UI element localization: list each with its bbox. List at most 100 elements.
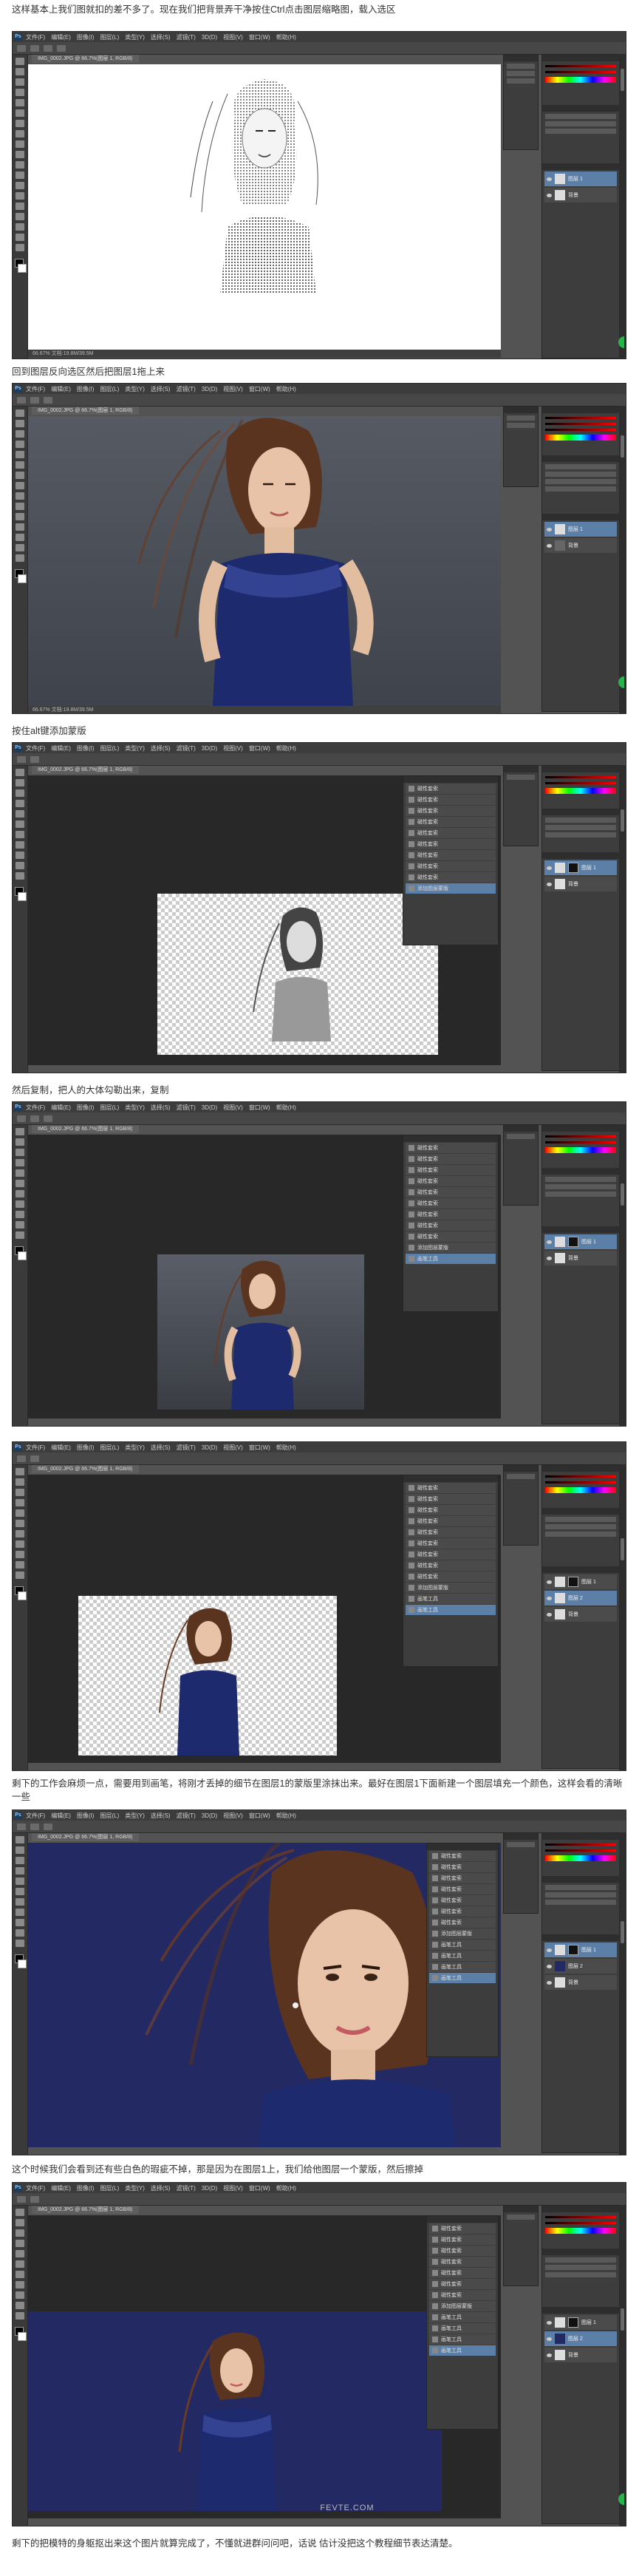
- layer-mask-thumbnail[interactable]: [568, 1577, 578, 1587]
- menu-edit[interactable]: 编辑(E): [51, 744, 71, 752]
- history-item[interactable]: 画笔工具: [429, 1973, 496, 1983]
- quick-select-tool-icon[interactable]: [16, 1867, 24, 1875]
- history-item[interactable]: 磁性套索: [406, 828, 496, 838]
- menu-3d[interactable]: 3D(D): [202, 1444, 217, 1451]
- eye-icon[interactable]: [547, 1580, 552, 1584]
- lasso-tool-icon[interactable]: [16, 1857, 24, 1864]
- crop-tool-icon[interactable]: [16, 1169, 24, 1177]
- option-button[interactable]: [17, 2195, 26, 2203]
- document-tab[interactable]: IMG_0002.JPG @ 66.7%(图层 1, RGB/8): [32, 2206, 139, 2214]
- menu-type[interactable]: 类型(Y): [125, 1812, 145, 1820]
- history-item[interactable]: 磁性套索: [406, 1176, 496, 1186]
- zoom-tool-icon[interactable]: [16, 1940, 24, 1947]
- crop-tool-icon[interactable]: [16, 1877, 24, 1885]
- menu-help[interactable]: 帮助(H): [276, 1444, 296, 1452]
- option-button[interactable]: [44, 1823, 52, 1830]
- eye-icon[interactable]: [547, 193, 552, 197]
- color-spectrum[interactable]: [545, 77, 616, 83]
- layer-row[interactable]: 图层 1: [544, 1574, 617, 1589]
- color-slider[interactable]: [545, 1135, 616, 1138]
- history-item[interactable]: 磁性套索: [429, 1895, 496, 1906]
- layer-row[interactable]: 图层 2: [544, 2331, 617, 2346]
- lasso-tool-icon[interactable]: [16, 1149, 24, 1156]
- layer-row[interactable]: 图层 1: [544, 2315, 617, 2330]
- menu-filter[interactable]: 滤镜(T): [177, 1444, 196, 1452]
- history-item[interactable]: 磁性套索: [406, 861, 496, 871]
- option-button[interactable]: [30, 755, 39, 763]
- color-slider[interactable]: [545, 1843, 616, 1846]
- history-item[interactable]: 画笔工具: [429, 1962, 496, 1972]
- option-button[interactable]: [17, 1455, 26, 1462]
- color-slider[interactable]: [545, 1141, 616, 1143]
- history-item[interactable]: 磁性套索: [406, 806, 496, 816]
- color-slider[interactable]: [545, 776, 616, 778]
- menu-help[interactable]: 帮助(H): [276, 2184, 296, 2192]
- hand-tool-icon[interactable]: [16, 1561, 24, 1569]
- brush-tool-icon[interactable]: [16, 2260, 24, 2268]
- menu-3d[interactable]: 3D(D): [202, 1104, 217, 1111]
- type-tool-icon[interactable]: [16, 1211, 24, 1218]
- zoom-tool-icon[interactable]: [16, 1231, 24, 1239]
- layer-row[interactable]: 背景: [544, 1975, 617, 1990]
- type-tool-icon[interactable]: [16, 2291, 24, 2299]
- move-tool-icon[interactable]: [16, 1836, 24, 1843]
- lasso-tool-icon[interactable]: [16, 1489, 24, 1496]
- marquee-tool-icon[interactable]: [16, 1478, 24, 1486]
- move-tool-icon[interactable]: [16, 1468, 24, 1475]
- hand-tool-icon[interactable]: [16, 544, 24, 551]
- menu-layer[interactable]: 图层(L): [100, 33, 119, 41]
- menu-view[interactable]: 视图(V): [223, 2184, 243, 2192]
- layer-mask-thumbnail[interactable]: [568, 1945, 578, 1955]
- option-button[interactable]: [57, 44, 66, 52]
- layer-row[interactable]: 背景: [544, 1251, 617, 1265]
- eye-icon[interactable]: [547, 177, 552, 181]
- eye-icon[interactable]: [547, 2337, 552, 2341]
- stamp-tool-icon[interactable]: [16, 140, 24, 148]
- history-item[interactable]: 磁性套索: [406, 1483, 496, 1493]
- history-item[interactable]: 画笔工具: [429, 1951, 496, 1961]
- color-slider[interactable]: [545, 423, 616, 425]
- menu-edit[interactable]: 编辑(E): [51, 1812, 71, 1820]
- zoom-tool-icon[interactable]: [16, 554, 24, 562]
- scrollbar[interactable]: [619, 1464, 626, 1770]
- menu-filter[interactable]: 滤镜(T): [177, 1812, 196, 1820]
- zoom-tool-icon[interactable]: [16, 1571, 24, 1579]
- menu-edit[interactable]: 编辑(E): [51, 1444, 71, 1452]
- crop-tool-icon[interactable]: [16, 99, 24, 106]
- menu-3d[interactable]: 3D(D): [202, 34, 217, 41]
- history-item[interactable]: 磁性套索: [406, 872, 496, 883]
- history-item[interactable]: 添加图层蒙版: [429, 2301, 496, 2311]
- color-spectrum[interactable]: [545, 1855, 616, 1861]
- option-button[interactable]: [30, 1823, 39, 1830]
- quick-select-tool-icon[interactable]: [16, 441, 24, 448]
- history-item[interactable]: 磁性套索: [406, 1143, 496, 1153]
- eye-icon[interactable]: [547, 1964, 552, 1968]
- menu-filter[interactable]: 滤镜(T): [177, 744, 196, 752]
- eye-icon[interactable]: [547, 1980, 552, 1985]
- history-item[interactable]: 画笔工具: [429, 2312, 496, 2322]
- eraser-tool-icon[interactable]: [16, 1898, 24, 1906]
- eraser-tool-icon[interactable]: [16, 503, 24, 510]
- history-item[interactable]: 磁性套索: [406, 1494, 496, 1504]
- background-color[interactable]: [18, 1251, 27, 1260]
- background-color[interactable]: [18, 892, 27, 901]
- eye-icon[interactable]: [547, 1948, 552, 1952]
- scrollbar[interactable]: [619, 2205, 626, 2526]
- hand-tool-icon[interactable]: [16, 234, 24, 241]
- menu-type[interactable]: 类型(Y): [125, 385, 145, 393]
- history-item[interactable]: 画笔工具: [406, 1605, 496, 1615]
- color-spectrum[interactable]: [545, 1487, 616, 1493]
- menu-edit[interactable]: 编辑(E): [51, 385, 71, 393]
- menu-file[interactable]: 文件(F): [26, 1104, 45, 1112]
- option-button[interactable]: [30, 1115, 39, 1122]
- history-item[interactable]: 磁性套索: [429, 2257, 496, 2267]
- menu-window[interactable]: 窗口(W): [249, 33, 270, 41]
- menu-help[interactable]: 帮助(H): [276, 385, 296, 393]
- document-tab[interactable]: IMG_0002.JPG @ 66.7%(图层 1, RGB/8): [32, 407, 139, 415]
- menu-layer[interactable]: 图层(L): [100, 2184, 119, 2192]
- menu-file[interactable]: 文件(F): [26, 1444, 45, 1452]
- layer-row[interactable]: 图层 1: [544, 522, 617, 537]
- zoom-tool-icon[interactable]: [16, 872, 24, 880]
- canvas-area[interactable]: [28, 64, 501, 350]
- crop-tool-icon[interactable]: [16, 451, 24, 458]
